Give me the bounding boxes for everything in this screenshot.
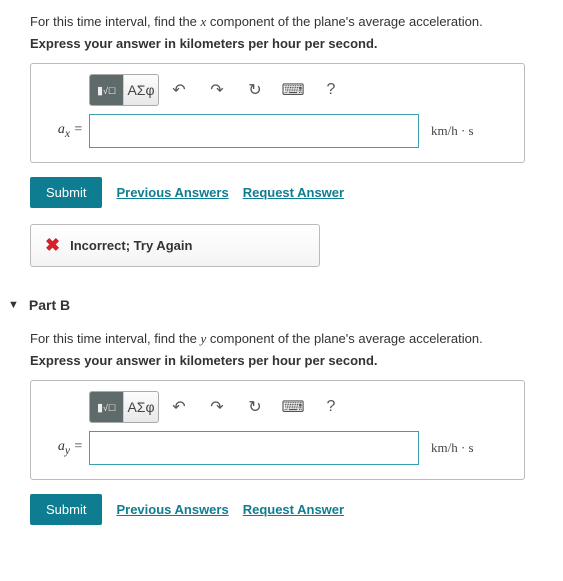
submit-button-a[interactable]: Submit bbox=[30, 177, 102, 208]
feedback-text: Incorrect; Try Again bbox=[70, 238, 192, 253]
previous-answers-link-b[interactable]: Previous Answers bbox=[116, 502, 228, 517]
action-row-a: Submit Previous Answers Request Answer bbox=[30, 177, 563, 208]
answer-box-a: ▮√☐ ΑΣφ ↶ ↷ ↻ ⌨ ? ax = km/h · s bbox=[30, 63, 525, 163]
template-button[interactable]: ▮√☐ bbox=[90, 75, 124, 105]
incorrect-icon: ✖ bbox=[45, 235, 60, 256]
input-row-b: ay = km/h · s bbox=[45, 431, 510, 465]
caret-down-icon: ▼ bbox=[8, 299, 19, 311]
submit-button-b[interactable]: Submit bbox=[30, 494, 102, 525]
feedback-box: ✖ Incorrect; Try Again bbox=[30, 224, 320, 267]
answer-input-b[interactable] bbox=[89, 431, 419, 465]
greek-button[interactable]: ΑΣφ bbox=[124, 392, 158, 422]
prompt-text-post: component of the plane's average acceler… bbox=[206, 331, 482, 346]
part-a-prompt: For this time interval, find the x compo… bbox=[30, 14, 563, 30]
previous-answers-link-a[interactable]: Previous Answers bbox=[116, 185, 228, 200]
redo-button[interactable]: ↷ bbox=[199, 75, 235, 105]
undo-button[interactable]: ↶ bbox=[161, 75, 197, 105]
toolbar-group: ▮√☐ ΑΣφ bbox=[89, 74, 159, 106]
part-b-header[interactable]: ▼ Part B bbox=[8, 297, 563, 313]
prompt-text-pre: For this time interval, find the bbox=[30, 14, 201, 29]
part-b-instruction: Express your answer in kilometers per ho… bbox=[30, 353, 563, 368]
formula-toolbar-a: ▮√☐ ΑΣφ ↶ ↷ ↻ ⌨ ? bbox=[89, 74, 510, 106]
unit-b: km/h · s bbox=[431, 440, 474, 456]
reset-button[interactable]: ↻ bbox=[237, 392, 273, 422]
unit-a: km/h · s bbox=[431, 123, 474, 139]
toolbar-group: ▮√☐ ΑΣφ bbox=[89, 391, 159, 423]
formula-toolbar-b: ▮√☐ ΑΣφ ↶ ↷ ↻ ⌨ ? bbox=[89, 391, 510, 423]
part-b-prompt: For this time interval, find the y compo… bbox=[30, 331, 563, 347]
part-a-body: For this time interval, find the x compo… bbox=[0, 0, 563, 267]
reset-button[interactable]: ↻ bbox=[237, 75, 273, 105]
input-row-a: ax = km/h · s bbox=[45, 114, 510, 148]
answer-box-b: ▮√☐ ΑΣφ ↶ ↷ ↻ ⌨ ? ay = km/h · s bbox=[30, 380, 525, 480]
greek-button[interactable]: ΑΣφ bbox=[124, 75, 158, 105]
part-b-body: For this time interval, find the y compo… bbox=[0, 317, 563, 537]
answer-input-a[interactable] bbox=[89, 114, 419, 148]
request-answer-link-b[interactable]: Request Answer bbox=[243, 502, 344, 517]
var-label-a: ax = bbox=[45, 122, 83, 140]
part-a-instruction: Express your answer in kilometers per ho… bbox=[30, 36, 563, 51]
var-label-b: ay = bbox=[45, 439, 83, 457]
undo-button[interactable]: ↶ bbox=[161, 392, 197, 422]
keyboard-button[interactable]: ⌨ bbox=[275, 75, 311, 105]
part-b-title: Part B bbox=[29, 297, 70, 313]
prompt-text-pre: For this time interval, find the bbox=[30, 331, 201, 346]
redo-button[interactable]: ↷ bbox=[199, 392, 235, 422]
help-button[interactable]: ? bbox=[313, 75, 349, 105]
request-answer-link-a[interactable]: Request Answer bbox=[243, 185, 344, 200]
keyboard-button[interactable]: ⌨ bbox=[275, 392, 311, 422]
help-button[interactable]: ? bbox=[313, 392, 349, 422]
template-button[interactable]: ▮√☐ bbox=[90, 392, 124, 422]
action-row-b: Submit Previous Answers Request Answer bbox=[30, 494, 563, 525]
prompt-text-post: component of the plane's average acceler… bbox=[206, 14, 482, 29]
